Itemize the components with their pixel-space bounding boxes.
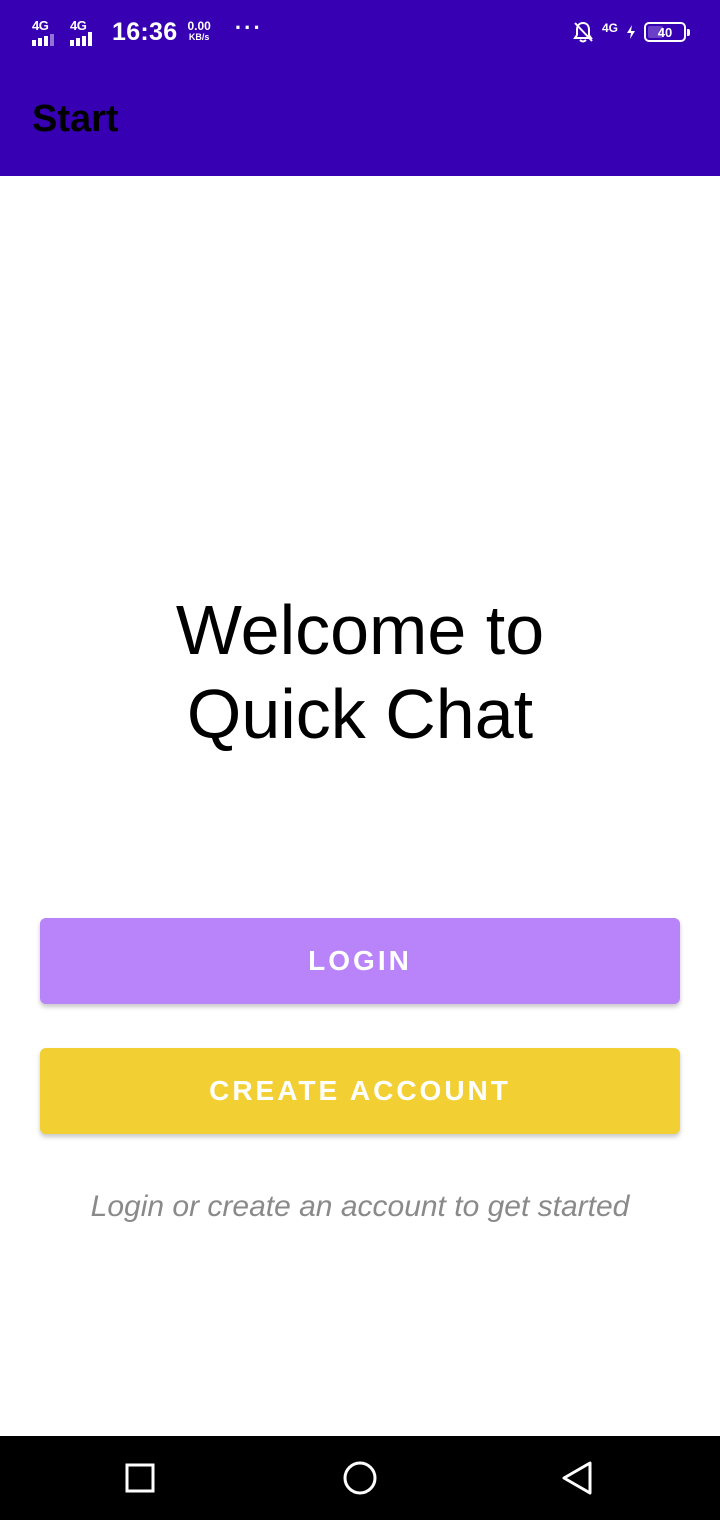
battery-level: 40 (657, 24, 673, 40)
sim1-network-label: 4G (32, 18, 49, 33)
signal-icon: 4G (70, 18, 100, 46)
page-title: Start (32, 98, 119, 140)
recent-apps-button[interactable] (80, 1436, 200, 1520)
network-speed-unit: KB/s (188, 32, 210, 42)
battery-icon: 40 (644, 22, 690, 42)
welcome-heading: Welcome to Quick Chat (0, 588, 720, 756)
home-icon (343, 1461, 377, 1495)
home-button[interactable] (300, 1436, 420, 1520)
back-icon (562, 1461, 592, 1495)
back-button[interactable] (518, 1436, 638, 1520)
hint-text: Login or create an account to get starte… (90, 1190, 630, 1223)
navigation-bar (0, 1436, 720, 1520)
network-speed-value: 0.00 (187, 19, 211, 33)
app-bar: Start (0, 64, 720, 176)
status-time: 16:36 (112, 17, 178, 46)
mobile-network-label: 4G (601, 21, 618, 35)
welcome-line-1: Welcome to (175, 591, 545, 669)
recent-apps-icon (125, 1463, 155, 1493)
welcome-line-2: Quick Chat (186, 675, 534, 753)
sim2-network-label: 4G (70, 18, 87, 33)
notifications-off-icon (573, 21, 593, 43)
charging-bolt-icon (627, 25, 635, 39)
more-notifications-icon: ··· (234, 15, 263, 40)
network-speed: 0.00 KB/s (187, 19, 211, 43)
create-account-button[interactable]: CREATE ACCOUNT (40, 1048, 680, 1134)
status-bar: 4G 4G 16:36 0.00 KB/s ··· 4G 40 (0, 0, 720, 64)
login-button[interactable]: LOGIN (40, 918, 680, 1004)
signal-icon: 4G (32, 18, 62, 46)
